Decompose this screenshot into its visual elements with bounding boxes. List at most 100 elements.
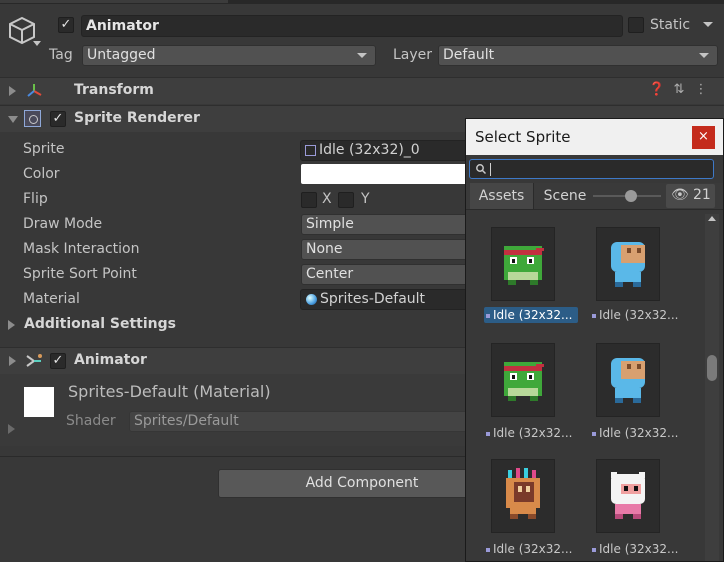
- pink-man-icon: [611, 472, 645, 519]
- ninja-frog-icon: [504, 362, 544, 401]
- sprite-marker-icon: [592, 313, 596, 318]
- sprite-renderer-icon: [24, 110, 41, 127]
- mask-dude-icon: [611, 358, 645, 403]
- tag-value: Untagged: [87, 47, 156, 63]
- sprite-tile-label[interactable]: Idle (32x32...: [590, 425, 684, 441]
- material-object-field[interactable]: Sprites-Default: [300, 289, 470, 310]
- animator-icon: [25, 352, 43, 374]
- additional-settings-fold-icon[interactable]: [8, 320, 15, 330]
- field-label-material: Material: [23, 291, 80, 307]
- search-icon: [476, 164, 487, 175]
- mask-interaction-dropdown[interactable]: None: [301, 239, 471, 260]
- material-sphere-icon: [306, 294, 317, 305]
- material-name: Sprites-Default (Material): [68, 382, 271, 401]
- shader-label: Shader: [66, 413, 116, 429]
- sprite-object-field[interactable]: Idle (32x32)_0: [300, 140, 470, 161]
- chevron-down-icon: [699, 53, 709, 58]
- close-button[interactable]: ×: [692, 126, 715, 149]
- gameobject-name-input[interactable]: Animator: [81, 15, 623, 37]
- flip-y-checkbox[interactable]: [338, 192, 354, 208]
- shader-dropdown[interactable]: Sprites/Default: [129, 411, 469, 432]
- flip-x-label: X: [322, 191, 332, 207]
- window-top-tab: [0, 0, 228, 3]
- field-label-draw-mode: Draw Mode: [23, 216, 103, 232]
- material-fold-icon[interactable]: [8, 424, 15, 434]
- hidden-count: 21: [693, 187, 711, 203]
- layer-dropdown[interactable]: Default: [438, 45, 718, 66]
- sprite-marker-icon: [486, 313, 490, 318]
- scroll-up-arrow[interactable]: [708, 216, 716, 221]
- mask-dude-icon: [611, 242, 645, 287]
- hidden-packages-toggle[interactable]: 👁 21: [666, 184, 715, 208]
- sprite-tile[interactable]: [596, 227, 660, 301]
- draw-mode-dropdown[interactable]: Simple: [301, 214, 471, 235]
- select-sprite-title: Select Sprite: [475, 128, 571, 146]
- tag-dropdown[interactable]: Untagged: [82, 45, 376, 66]
- color-swatch[interactable]: [301, 164, 471, 184]
- sprite-tile[interactable]: [491, 227, 555, 301]
- scrollbar-thumb[interactable]: [707, 355, 717, 381]
- sprite-tile-label[interactable]: Idle (32x32...: [484, 307, 578, 323]
- help-icon[interactable]: ❓: [646, 82, 668, 97]
- sprite-tile-label[interactable]: Idle (32x32...: [484, 541, 578, 557]
- component-icons: ❓ ⇅ ⋮: [646, 82, 712, 97]
- virtual-guy-icon: [506, 468, 540, 519]
- tab-assets[interactable]: Assets: [470, 183, 534, 209]
- sprite-tile-label[interactable]: Idle (32x32...: [590, 307, 684, 323]
- field-label-sprite-sort-point: Sprite Sort Point: [23, 266, 137, 282]
- field-label-flip: Flip: [23, 191, 48, 207]
- transform-title: Transform: [74, 82, 154, 98]
- transform-icon: [25, 82, 43, 104]
- static-label: Static: [650, 17, 691, 33]
- sprite-renderer-title: Sprite Renderer: [74, 110, 200, 126]
- sprite-tile-label[interactable]: Idle (32x32...: [484, 425, 578, 441]
- sprite-tile[interactable]: [596, 343, 660, 417]
- flip-x-checkbox[interactable]: [301, 192, 317, 208]
- scrollbar-track[interactable]: [705, 214, 719, 561]
- sprite-renderer-enabled-checkbox[interactable]: ✓: [50, 111, 66, 127]
- layer-value: Default: [443, 47, 495, 63]
- chevron-down-icon: [357, 53, 367, 58]
- sprite-tile[interactable]: [491, 459, 555, 533]
- add-component-button[interactable]: Add Component: [218, 469, 506, 498]
- select-sprite-titlebar[interactable]: Select Sprite ×: [466, 119, 723, 155]
- field-label-color: Color: [23, 166, 60, 182]
- select-sprite-window[interactable]: Select Sprite × Assets Scene 👁 21 Idle (…: [465, 118, 724, 562]
- eye-hidden-icon: 👁: [671, 187, 689, 203]
- thumbnail-size-slider-handle[interactable]: [625, 190, 637, 202]
- sprite-marker-icon: [592, 547, 596, 552]
- animator-enabled-checkbox[interactable]: ✓: [50, 353, 66, 369]
- field-label-mask-interaction: Mask Interaction: [23, 241, 140, 257]
- search-input[interactable]: [469, 159, 714, 179]
- sprite-marker-icon: [486, 431, 490, 436]
- active-checkbox[interactable]: ✓: [58, 17, 74, 33]
- sprite-tile[interactable]: [596, 459, 660, 533]
- fold-arrow-icon[interactable]: [9, 86, 16, 96]
- material-thumbnail: [24, 387, 54, 417]
- sprite-tile[interactable]: [491, 343, 555, 417]
- additional-settings-label[interactable]: Additional Settings: [24, 316, 176, 332]
- field-label-sprite: Sprite: [23, 141, 65, 157]
- tab-scene[interactable]: Scene: [536, 183, 594, 209]
- layer-label: Layer: [393, 47, 433, 63]
- ninja-frog-icon: [504, 246, 544, 285]
- sprite-icon: [305, 145, 316, 156]
- fold-arrow-icon[interactable]: [9, 356, 16, 366]
- kebab-menu-icon[interactable]: ⋮: [690, 82, 712, 97]
- fold-arrow-icon[interactable]: [8, 116, 18, 123]
- sprite-sort-point-dropdown[interactable]: Center: [301, 264, 471, 285]
- sprite-marker-icon: [486, 547, 490, 552]
- sprite-value: Idle (32x32)_0: [319, 142, 420, 158]
- transform-header[interactable]: Transform ❓ ⇅ ⋮: [0, 77, 724, 104]
- animator-title: Animator: [74, 352, 147, 368]
- flip-y-label: Y: [361, 191, 370, 207]
- sprite-marker-icon: [592, 431, 596, 436]
- sprite-tile-label[interactable]: Idle (32x32...: [590, 541, 684, 557]
- search-caret: [490, 163, 491, 176]
- static-dropdown-arrow[interactable]: [703, 22, 713, 27]
- material-value: Sprites-Default: [320, 291, 426, 307]
- tag-label: Tag: [49, 47, 73, 63]
- icon-dropdown-arrow[interactable]: [33, 41, 41, 46]
- preset-icon[interactable]: ⇅: [668, 82, 690, 97]
- static-checkbox[interactable]: [628, 17, 644, 33]
